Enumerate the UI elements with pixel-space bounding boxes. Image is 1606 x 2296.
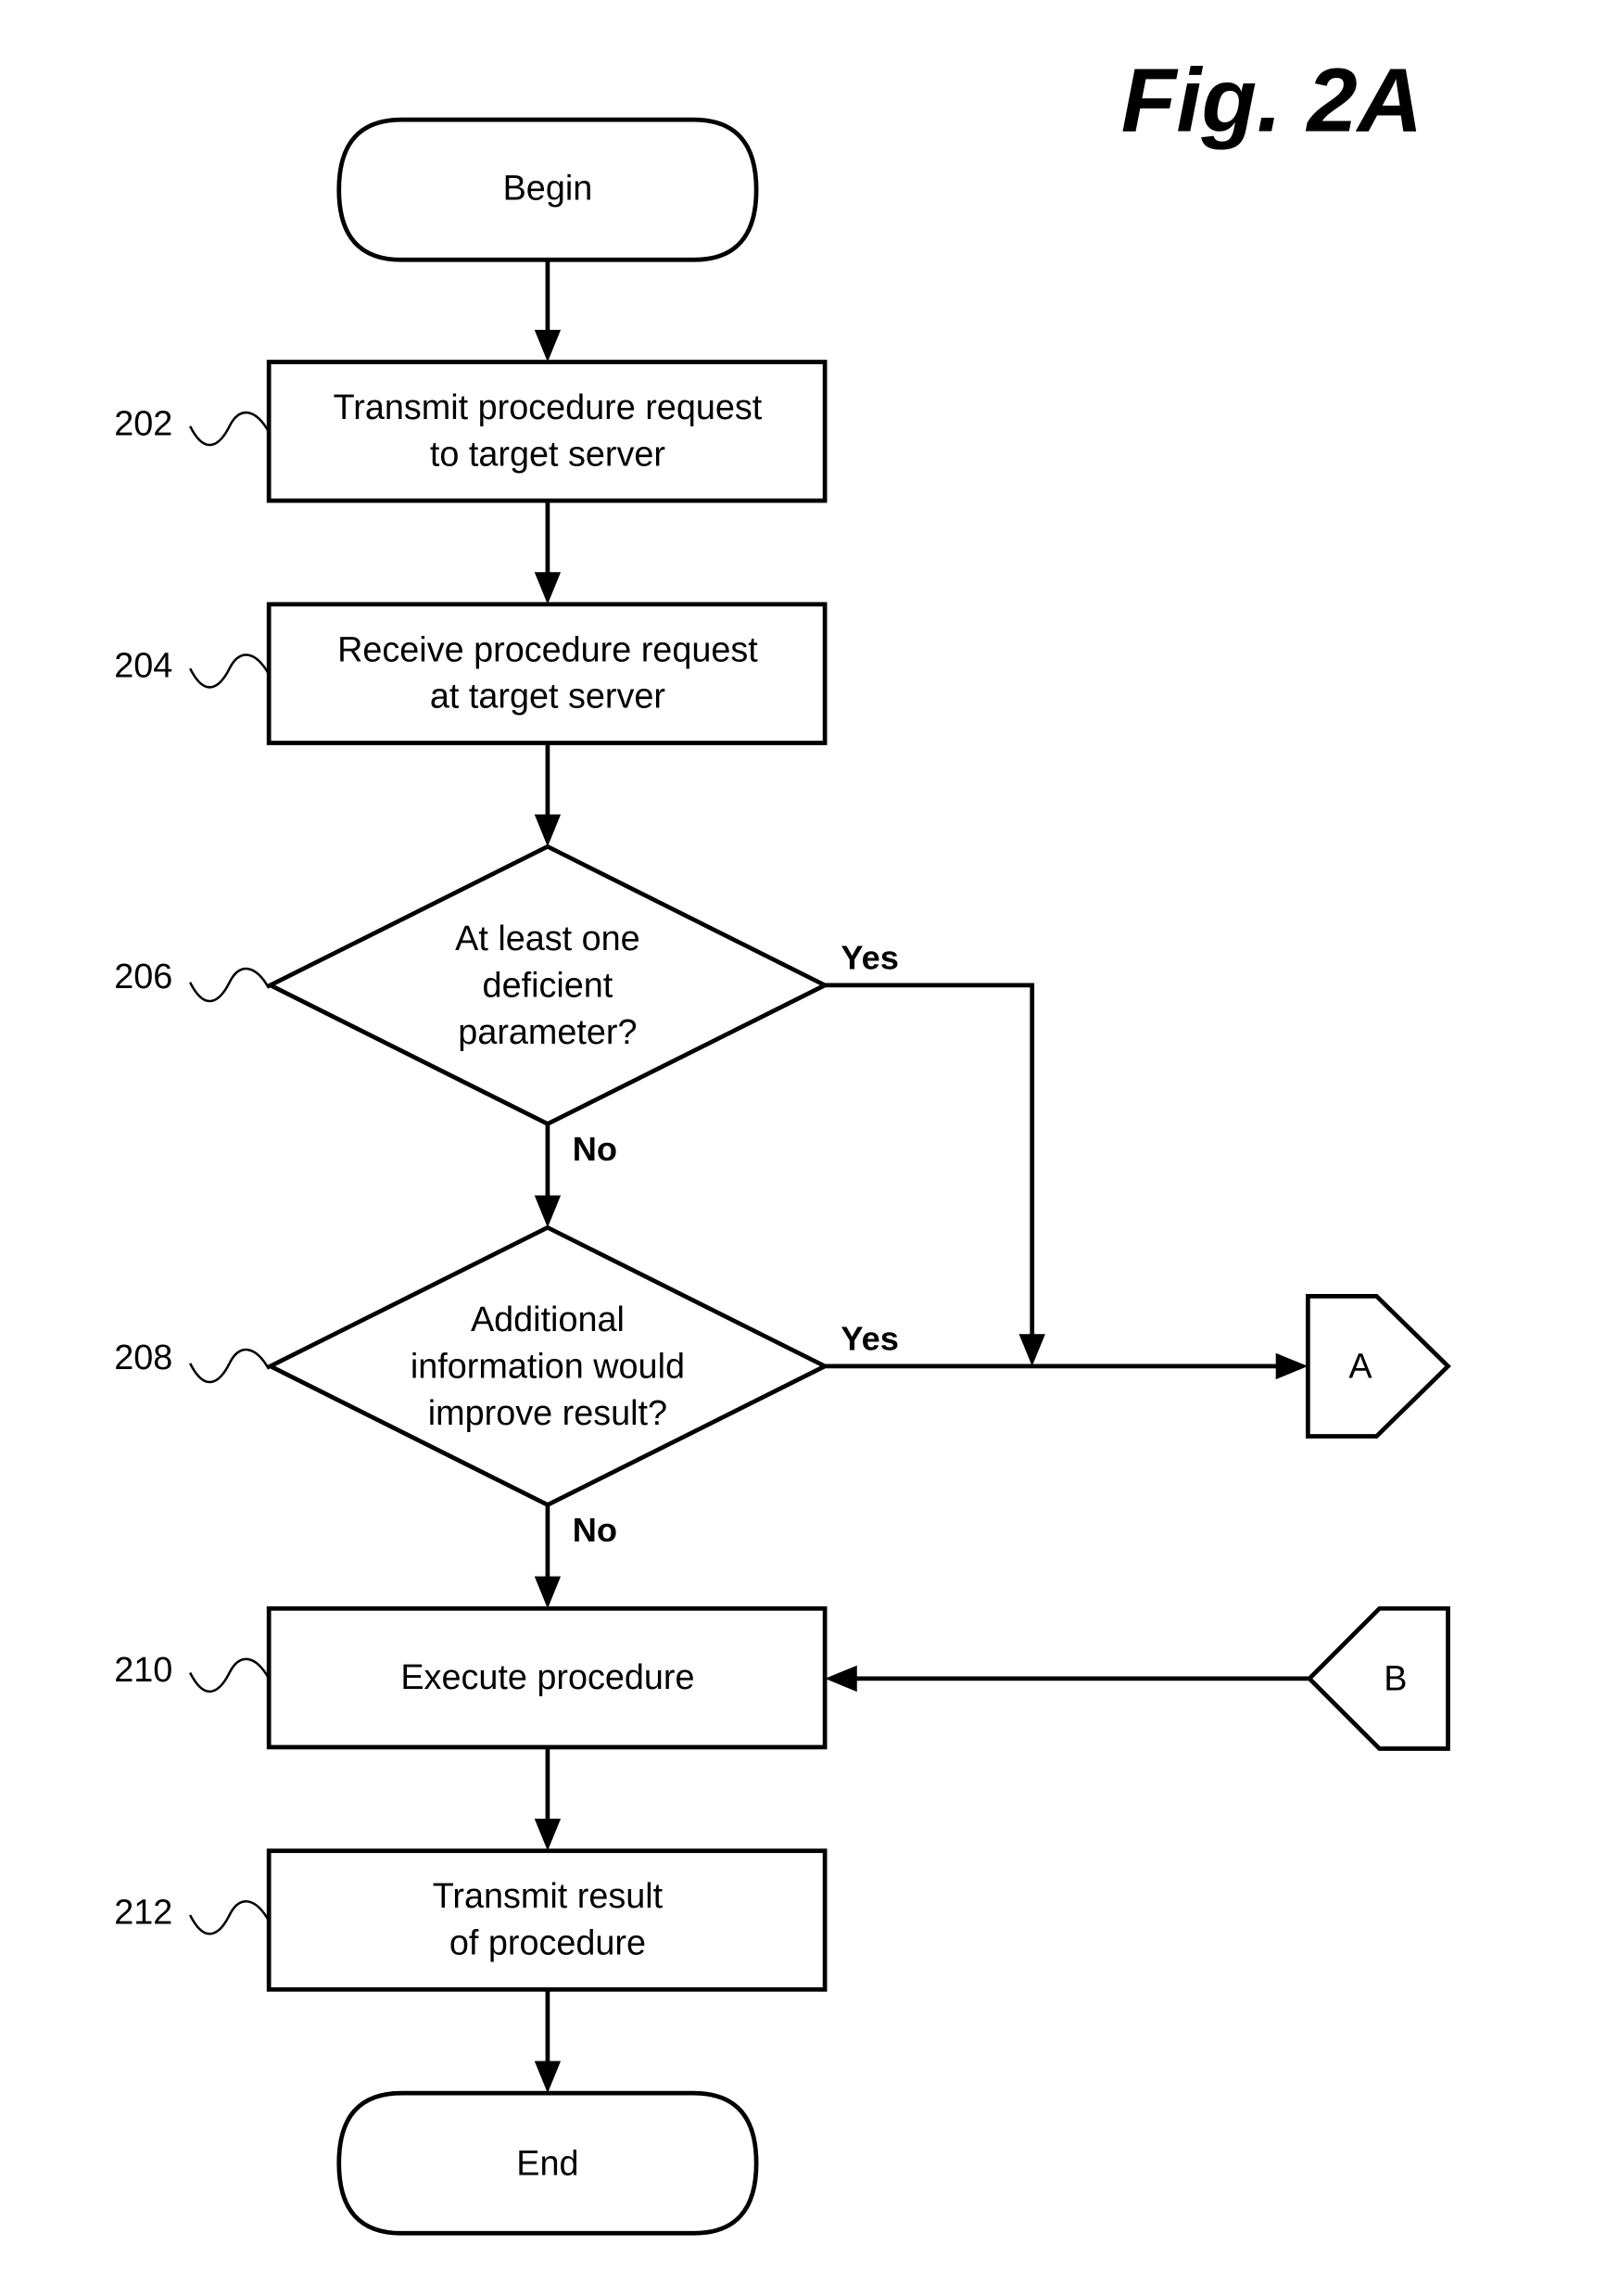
decision-206-line-3: parameter?	[458, 1013, 637, 1052]
arrow-208-no-to-210	[534, 1504, 562, 1609]
flowchart-figure: Fig. 2A Begin Transmit procedure request…	[114, 50, 1451, 2236]
step-210-line-1: Execute procedure	[400, 1658, 694, 1697]
end-terminal: End	[336, 2090, 759, 2236]
begin-terminal: Begin	[336, 117, 759, 262]
process-step-212: Transmit result of procedure 212	[114, 1848, 828, 1992]
begin-label: Begin	[503, 170, 593, 209]
ref-number-204: 204	[114, 647, 172, 686]
step-212-line-2: of procedure	[449, 1924, 646, 1963]
decision-208-line-2: information would	[411, 1348, 685, 1387]
decision-208-yes-label: Yes	[841, 1320, 898, 1358]
figure-title: Fig. 2A	[1121, 50, 1423, 151]
decision-208-line-3: improve result?	[428, 1394, 667, 1433]
leader-squiggle-212	[189, 1900, 271, 1935]
decision-206-no-label: No	[573, 1130, 617, 1168]
decision-206-line-2: deficient	[483, 967, 613, 1006]
leader-squiggle-206	[189, 967, 271, 1003]
end-label: End	[516, 2144, 578, 2183]
arrow-b-to-210	[825, 1665, 1309, 1693]
arrow-212-to-end	[534, 1989, 562, 2094]
decision-206-yes-label: Yes	[841, 939, 898, 977]
process-step-202: Transmit procedure request to target ser…	[114, 360, 828, 503]
arrow-210-to-212	[534, 1746, 562, 1851]
ref-number-202: 202	[114, 404, 172, 443]
leader-squiggle-202	[189, 411, 271, 447]
connector-b-label: B	[1384, 1660, 1407, 1699]
decision-208-line-1: Additional	[471, 1300, 625, 1339]
step-202-line-2: to target server	[430, 435, 665, 474]
ref-number-212: 212	[114, 1893, 172, 1932]
step-212-line-1: Transmit result	[433, 1877, 664, 1916]
leader-squiggle-210	[189, 1657, 271, 1693]
offpage-connector-b: B	[1306, 1605, 1450, 1751]
leader-squiggle-208	[189, 1348, 271, 1384]
leader-squiggle-204	[189, 653, 271, 689]
process-step-210: Execute procedure 210	[114, 1605, 828, 1750]
ref-number-208: 208	[114, 1338, 172, 1377]
offpage-connector-a: A	[1305, 1293, 1451, 1439]
step-202-line-1: Transmit procedure request	[334, 388, 763, 427]
decision-206: At least one deficient parameter? 206 Ye…	[114, 844, 899, 1168]
decision-208-no-label: No	[573, 1511, 617, 1549]
arrow-206-yes-to-a	[825, 983, 1045, 1366]
ref-number-206: 206	[114, 958, 172, 996]
arrow-204-to-206	[534, 742, 562, 847]
arrow-206-no-to-208	[534, 1123, 562, 1228]
arrow-202-to-204	[534, 501, 562, 604]
connector-a-label: A	[1348, 1348, 1372, 1387]
step-204-line-2: at target server	[430, 678, 665, 717]
decision-208: Additional information would improve res…	[114, 1224, 899, 1549]
decision-206-line-1: At least one	[455, 920, 640, 958]
process-step-204: Receive procedure request at target serv…	[114, 602, 828, 745]
arrow-begin-to-202	[534, 260, 562, 362]
step-204-line-1: Receive procedure request	[337, 630, 758, 669]
ref-number-210: 210	[114, 1651, 172, 1690]
